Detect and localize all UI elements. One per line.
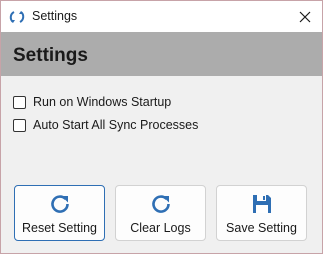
run-on-startup-checkbox[interactable] [13, 95, 26, 109]
reset-setting-label: Reset Setting [21, 221, 98, 235]
title-bar[interactable]: Settings [1, 1, 322, 32]
window-title: Settings [32, 9, 78, 23]
run-on-startup-label: Run on Windows Startup [33, 95, 172, 109]
refresh-icon [151, 195, 170, 213]
clear-logs-label: Clear Logs [130, 221, 191, 235]
save-setting-button[interactable]: Save Setting [216, 185, 307, 241]
run-on-startup-option[interactable]: Run on Windows Startup [13, 95, 171, 109]
save-setting-label: Save Setting [226, 221, 297, 235]
refresh-icon [50, 195, 69, 213]
sync-app-icon [9, 11, 25, 23]
auto-start-sync-option[interactable]: Auto Start All Sync Processes [13, 118, 198, 132]
clear-logs-button[interactable]: Clear Logs [115, 185, 206, 241]
close-icon[interactable] [294, 6, 316, 28]
auto-start-sync-label: Auto Start All Sync Processes [33, 118, 199, 132]
auto-start-sync-checkbox[interactable] [13, 118, 26, 132]
settings-header: Settings [1, 32, 322, 76]
settings-window: Settings Settings Run on Windows Startup… [0, 0, 323, 254]
page-title: Settings [13, 45, 88, 66]
floppy-disk-icon [252, 195, 271, 213]
reset-setting-button[interactable]: Reset Setting [14, 185, 105, 241]
